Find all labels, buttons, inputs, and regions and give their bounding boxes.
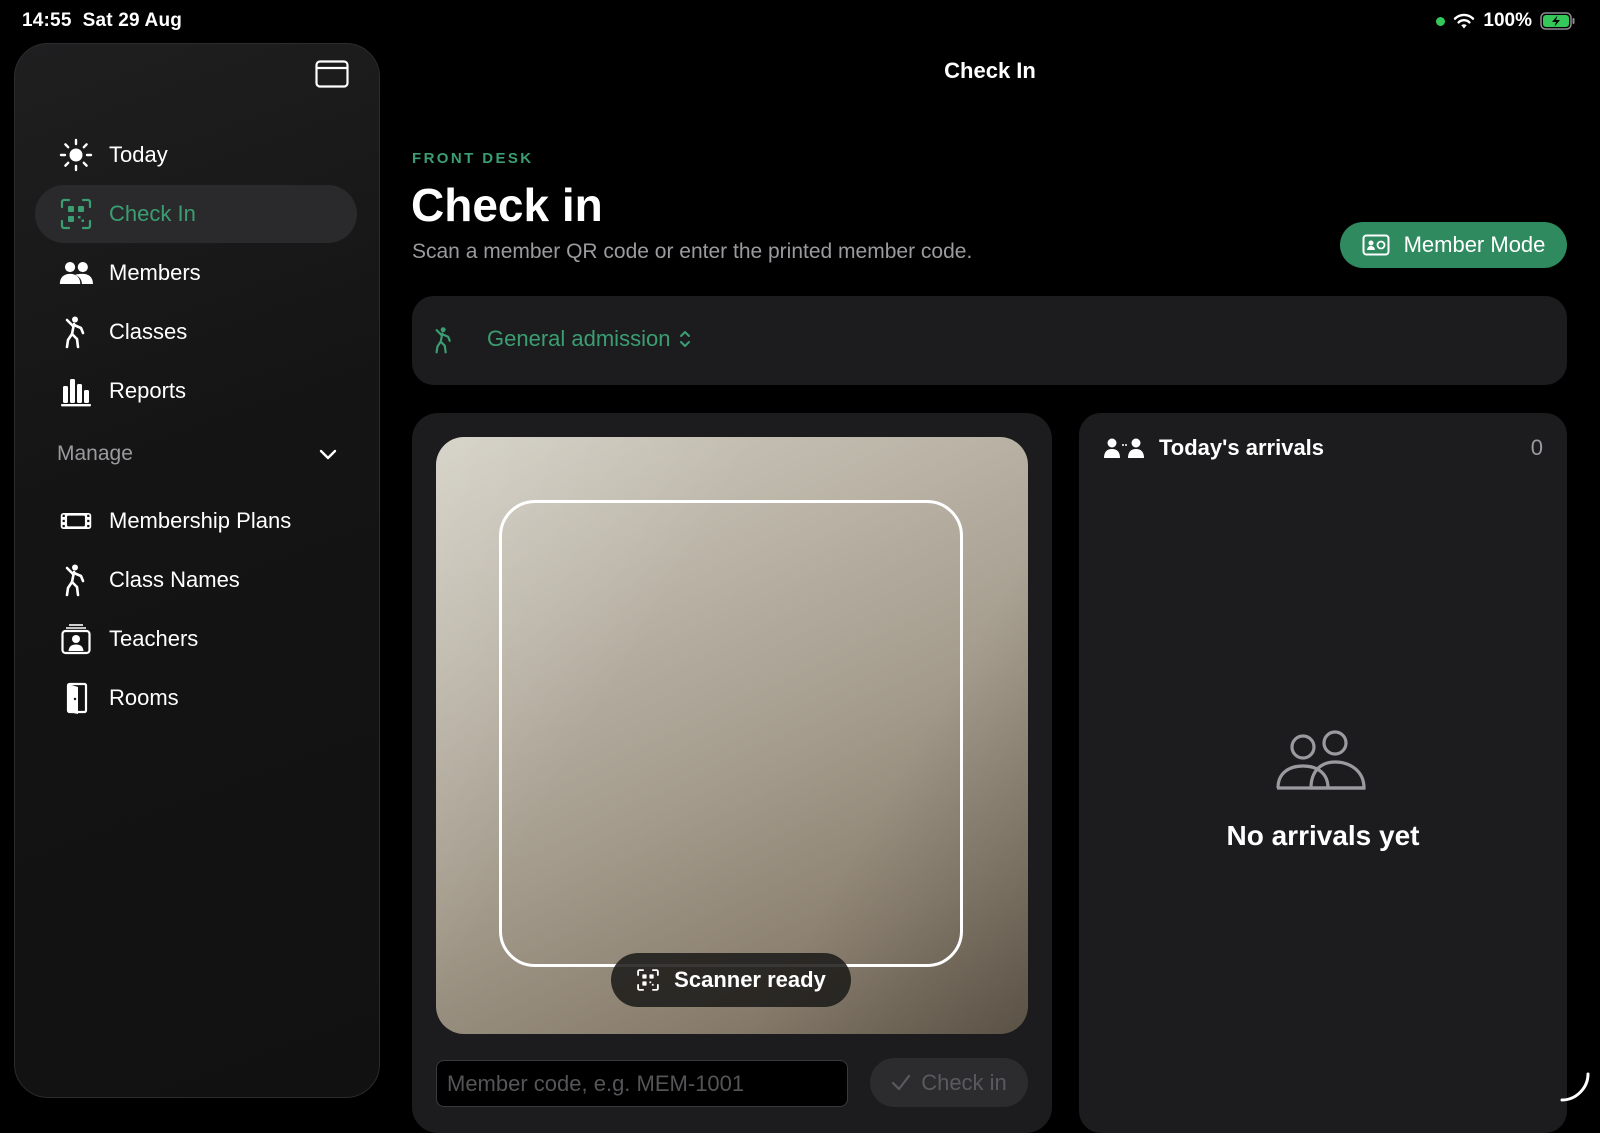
sidebar-item-label: Classes (109, 319, 188, 344)
sidebar-item-label: Today (109, 142, 168, 167)
people-icon (57, 256, 95, 290)
sidebar-item-classes[interactable]: Classes (35, 303, 357, 361)
member-mode-button[interactable]: Member Mode (1340, 222, 1567, 268)
check-in-button[interactable]: Check in (870, 1058, 1028, 1107)
sidebar-item-today[interactable]: Today (35, 126, 357, 184)
chevron-down-icon[interactable] (319, 448, 337, 460)
admission-selected: General admission (487, 326, 671, 351)
section-label: Manage (57, 442, 133, 465)
figure-walk-icon (435, 327, 451, 354)
scanner-status-badge: Scanner ready (611, 953, 851, 1007)
sidebar-item-teachers[interactable]: Teachers (35, 610, 357, 668)
person-badge-icon (57, 622, 95, 656)
scan-frame (499, 500, 963, 967)
nav-title: Check In (944, 58, 1036, 83)
sun-icon (57, 138, 95, 172)
member-mode-label: Member Mode (1403, 232, 1546, 257)
arrivals-title: Today's arrivals (1159, 435, 1325, 460)
section-manage[interactable]: Manage (57, 442, 337, 466)
arrivals-card: Today's arrivals 0 No arrivals yet (1079, 413, 1567, 1133)
wifi-icon (1454, 13, 1475, 29)
check-in-label: Check in (921, 1069, 1007, 1095)
arrivals-header: Today's arrivals 0 (1103, 435, 1543, 461)
door-icon (57, 681, 95, 715)
sidebar-item-rooms[interactable]: Rooms (35, 669, 357, 727)
sidebar-item-label: Teachers (109, 626, 199, 651)
admission-type-picker[interactable]: General admission (487, 326, 692, 352)
status-bar-right: 100% (1436, 10, 1576, 32)
resize-corner-icon[interactable] (1558, 1070, 1592, 1104)
figure-dance-icon (57, 563, 95, 597)
sidebar-item-label: Check In (109, 201, 196, 226)
battery-charging-icon (1540, 12, 1575, 30)
sidebar-item-membership-plans[interactable]: Membership Plans (35, 492, 357, 550)
sidebar-item-class-names[interactable]: Class Names (35, 551, 357, 609)
arrivals-count: 0 (1530, 435, 1543, 460)
chevron-up-down-icon (680, 331, 691, 347)
sidebar-toggle-icon[interactable] (315, 60, 349, 88)
sidebar-item-label: Rooms (109, 685, 179, 710)
eyebrow-label: FRONT DESK (412, 150, 534, 167)
sidebar-item-label: Reports (109, 378, 187, 403)
member-code-input[interactable] (436, 1060, 848, 1107)
sidebar-item-label: Membership Plans (109, 508, 292, 533)
battery-percent: 100% (1483, 10, 1532, 31)
checkmark-icon (892, 1074, 911, 1090)
status-bar-datetime: 14:55 Sat 29 Aug (22, 10, 182, 32)
status-date: Sat 29 Aug (82, 10, 183, 31)
scanner-card: Scanner ready Check in (412, 413, 1052, 1133)
sidebar-item-reports[interactable]: Reports (35, 362, 357, 420)
sidebar-item-check-in[interactable]: Check In (35, 185, 357, 243)
camera-indicator-icon (1436, 16, 1446, 26)
figure-dance-icon (57, 315, 95, 349)
page-title: Check in (411, 179, 603, 231)
sidebar-item-label: Class Names (109, 567, 240, 592)
sidebar-item-label: Members (109, 260, 201, 285)
qr-scan-icon (57, 197, 95, 231)
id-card-icon (1362, 234, 1390, 256)
status-time: 14:55 (22, 10, 72, 31)
page-subtitle: Scan a member QR code or enter the print… (412, 240, 973, 263)
sidebar: Today Check In Members Classes Reports M… (14, 43, 380, 1098)
ticket-icon (57, 504, 95, 538)
empty-state-text: No arrivals yet (1226, 820, 1420, 851)
sidebar-item-members[interactable]: Members (35, 244, 357, 302)
people-outline-icon (1276, 730, 1366, 790)
bar-chart-icon (57, 374, 95, 408)
people-arrow-icon (1104, 438, 1144, 458)
qr-scan-icon (637, 969, 659, 991)
scanner-status-text: Scanner ready (674, 967, 826, 992)
admission-bar: General admission (412, 296, 1567, 385)
camera-preview[interactable]: Scanner ready (436, 437, 1028, 1034)
